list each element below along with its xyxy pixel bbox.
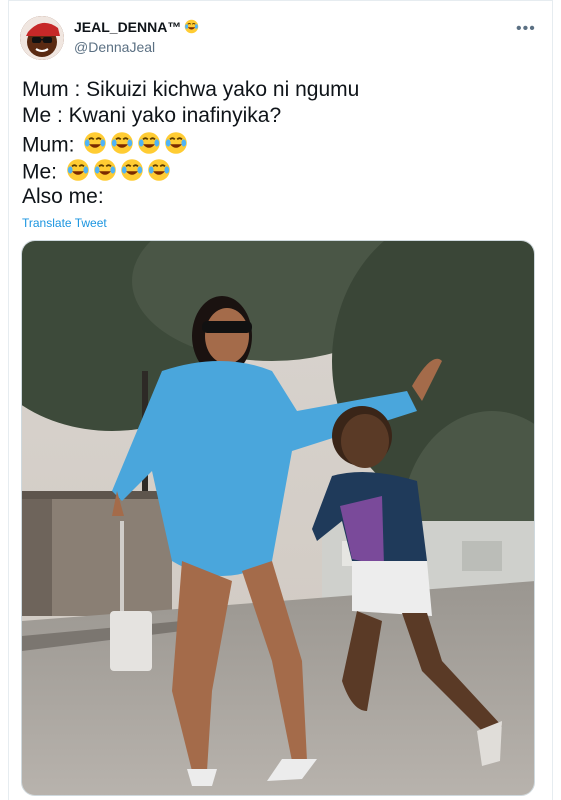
laughing-emoji-icon	[83, 131, 107, 161]
laughing-emoji-icon	[147, 158, 171, 188]
translate-tweet-link[interactable]: Translate Tweet	[22, 216, 107, 230]
tweet-line-5: Also me:	[22, 185, 104, 208]
more-icon[interactable]: •••	[516, 20, 536, 38]
tweet-line-3-text: Mum:	[22, 133, 75, 157]
laughing-emoji-icon	[93, 158, 117, 188]
tweet-line-3: Mum:	[22, 131, 188, 161]
tweet-line-2: Me : Kwani yako inafinyika?	[22, 104, 282, 127]
laughing-emoji-icon	[120, 158, 144, 188]
avatar[interactable]	[20, 16, 64, 60]
tweet-photo[interactable]	[21, 240, 535, 796]
emoji-row-1	[80, 132, 188, 157]
tweet-photo-image	[22, 241, 534, 795]
tweet-line-4-text: Me:	[22, 160, 58, 184]
emoji-row-2	[63, 159, 171, 184]
laughing-emoji-icon	[66, 158, 90, 188]
display-name-text: JEAL_DENNA™	[74, 19, 182, 35]
laughing-emoji-icon	[184, 19, 199, 37]
display-name[interactable]: JEAL_DENNA™	[74, 19, 199, 37]
laughing-emoji-icon	[137, 131, 161, 161]
laughing-emoji-icon	[110, 131, 134, 161]
tweet-line-4: Me:	[22, 158, 171, 188]
user-handle[interactable]: @DennaJeal	[74, 39, 155, 55]
laughing-emoji-icon	[164, 131, 188, 161]
tweet-line-1: Mum : Sikuizi kichwa yako ni ngumu	[22, 78, 360, 101]
